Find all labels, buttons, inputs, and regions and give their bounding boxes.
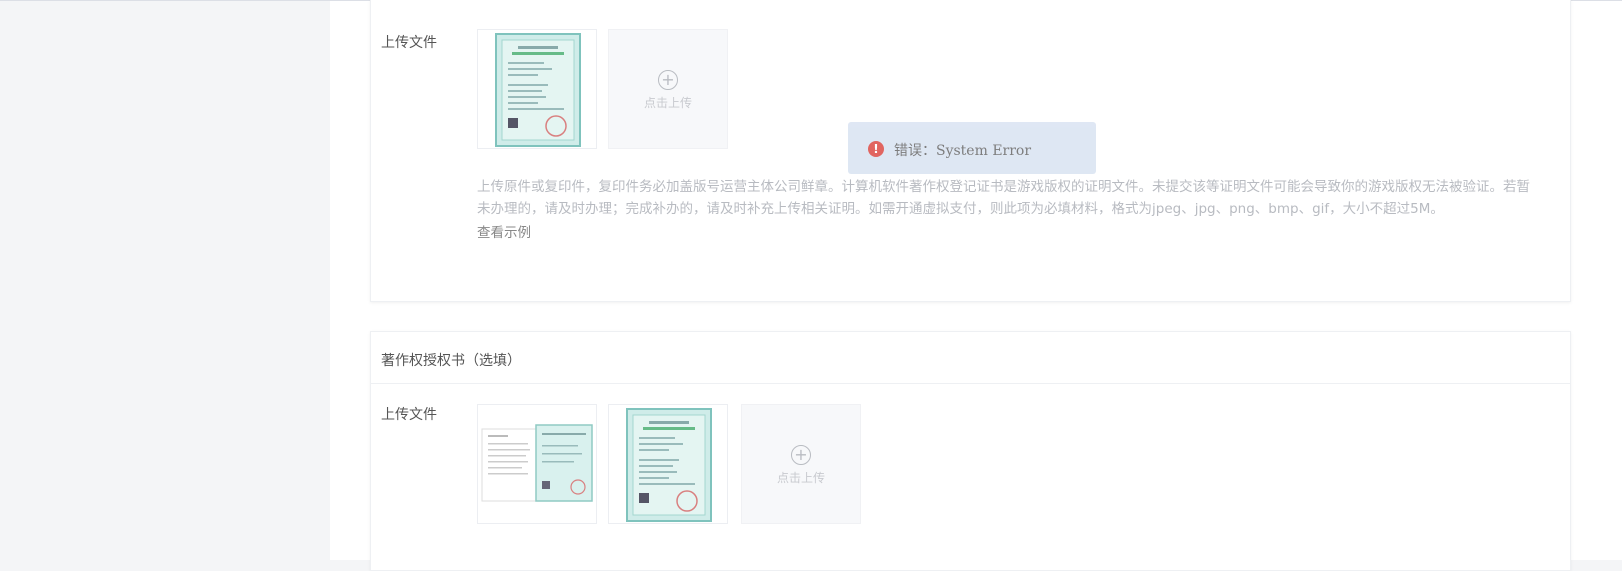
upload-button-label: 点击上传 (776, 471, 825, 485)
card-header: 著作权授权书（选填） (371, 332, 1570, 384)
upload-file-label: 上传文件 (381, 35, 437, 51)
view-example-link[interactable]: 查看示例 (477, 221, 531, 241)
uploaded-certificate-thumbnail[interactable] (608, 404, 728, 524)
copyright-authorization-card: 著作权授权书（选填） 上传文件 + 点击上传 (370, 331, 1571, 571)
upload-button[interactable]: + 点击上传 (608, 29, 728, 149)
error-toast: ! 错误：System Error (848, 122, 1096, 174)
upload-button[interactable]: + 点击上传 (741, 404, 861, 524)
uploaded-authorization-thumbnail[interactable] (477, 404, 597, 524)
upload-hint-text: 上传原件或复印件，复印件务必加盖版号运营主体公司鲜章。计算机软件著作权登记证书是… (477, 179, 1530, 217)
section-title: 著作权授权书（选填） (381, 353, 521, 369)
error-message: 错误：System Error (894, 143, 1032, 159)
main-content: 上传文件 + 点击上传 上传原件或复印件，复印件务必加盖版号运营主体公司鲜章。计… (330, 0, 1622, 571)
error-icon: ! (868, 141, 884, 157)
upload-button-label: 点击上传 (643, 96, 692, 110)
left-gutter (0, 1, 330, 560)
plus-icon: + (791, 445, 811, 465)
plus-icon: + (658, 70, 678, 90)
upload-file-label: 上传文件 (381, 407, 437, 423)
uploaded-certificate-thumbnail[interactable] (477, 29, 597, 149)
